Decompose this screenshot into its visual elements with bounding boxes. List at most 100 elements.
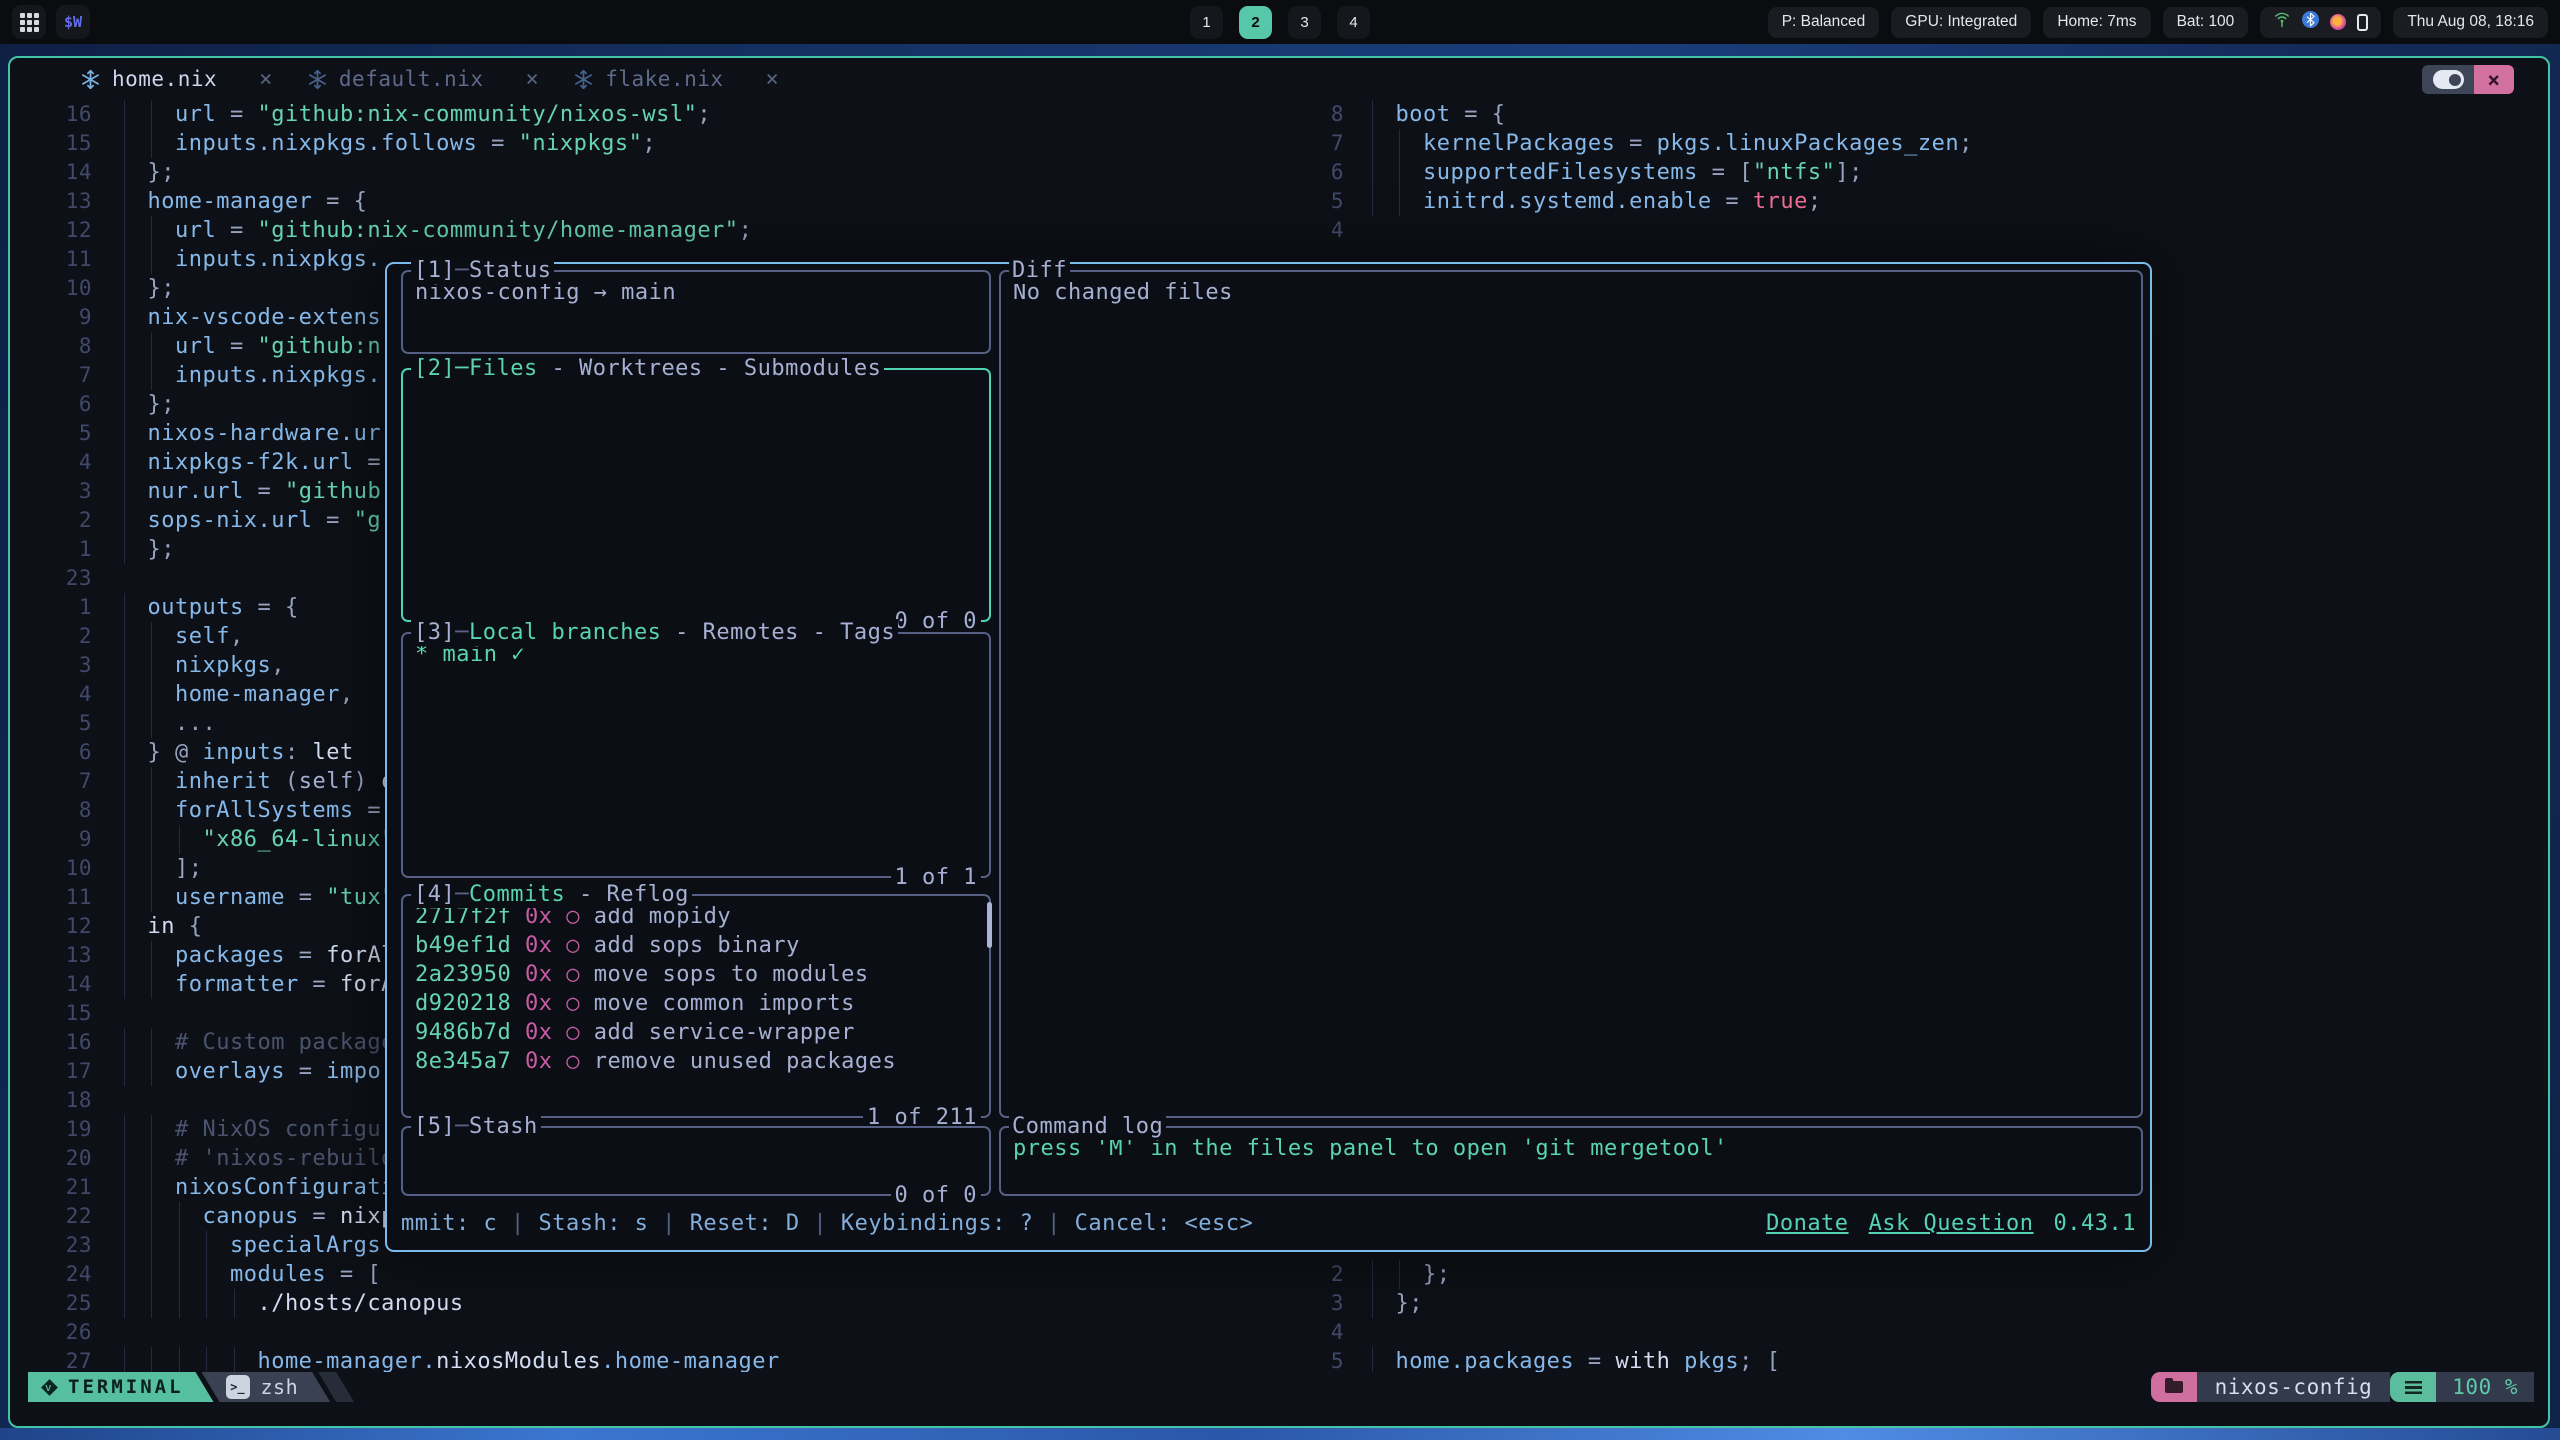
scroll-chip[interactable] xyxy=(2390,1372,2436,1402)
lazygit-branches-panel[interactable]: [3]─Local branches - Remotes - Tags * ma… xyxy=(401,632,991,878)
media-icon xyxy=(2330,14,2346,30)
editor-tab-flake.nix[interactable]: flake.nix × xyxy=(573,67,779,92)
workspace-button-4[interactable]: 4 xyxy=(1337,6,1370,39)
keybinding-hint: mmit: c xyxy=(401,1211,497,1236)
editor-area: 16 url = "github:nix-community/nixos-wsl… xyxy=(10,100,2548,1372)
keybinding-hint: Keybindings: ? xyxy=(841,1211,1033,1236)
top-bar: $W 1234 P: Balanced GPU: Integrated Home: … xyxy=(0,0,2560,44)
code-line: 5 initrd.systemd.enable = true; xyxy=(1294,187,2548,216)
code-line: 5 home.packages = with pkgs; [ xyxy=(1294,1347,2548,1372)
keybinding-hint: Reset: D xyxy=(690,1211,800,1236)
status-pill[interactable]: P: Balanced xyxy=(1768,7,1880,38)
lazygit-popup: [1]─Status nixos-config → main [2]─Files… xyxy=(385,262,2152,1252)
apps-menu-button[interactable] xyxy=(12,5,46,39)
code-line: 2 }; xyxy=(1294,1260,2548,1289)
branches-count: 1 of 1 xyxy=(891,864,981,892)
code-line: 8 boot = { xyxy=(1294,100,2548,129)
commits-panel-title: [4]─Commits - Reflog xyxy=(411,881,692,908)
commit-row[interactable]: b49ef1d 0x ○ add sops binary xyxy=(415,931,977,960)
bluetooth-icon xyxy=(2302,11,2319,33)
code-line: 7 kernelPackages = pkgs.linuxPackages_ze… xyxy=(1294,129,2548,158)
close-icon: × xyxy=(2487,68,2500,92)
commits-scrollbar[interactable] xyxy=(987,902,992,948)
code-line: 4 xyxy=(1294,216,2548,245)
lazygit-files-panel[interactable]: [2]─Files - Worktrees - Submodules 0 of … xyxy=(401,368,991,622)
statusbar-left: V TERMINAL >_ zsh xyxy=(28,1372,354,1402)
code-line: 12 url = "github:nix-community/home-mana… xyxy=(10,216,1294,245)
terminal-window: home.nix × default.nix × flake.nix × × 16 url… xyxy=(8,56,2550,1428)
shell-label: zsh xyxy=(261,1375,299,1399)
tab-label: home.nix xyxy=(112,67,217,91)
status-panel-title: [1]─Status xyxy=(411,257,554,284)
code-line: 4 xyxy=(1294,1318,2548,1347)
donate-link[interactable]: Donate xyxy=(1766,1211,1848,1236)
editor-tab-home.nix[interactable]: home.nix × xyxy=(80,67,273,92)
code-line: 26 xyxy=(10,1318,1294,1347)
command-log-text: press 'M' in the files panel to open 'gi… xyxy=(1001,1128,2141,1169)
commit-row[interactable]: d920218 0x ○ move common imports xyxy=(415,989,977,1018)
lazygit-status-panel[interactable]: [1]─Status nixos-config → main xyxy=(401,270,991,354)
workspace-switcher: 1234 xyxy=(1190,6,1370,39)
vim-icon: V xyxy=(40,1378,59,1397)
files-panel-title: [2]─Files - Worktrees - Submodules xyxy=(411,355,884,382)
desktop: $W 1234 P: BalancedGPU: IntegratedHome: … xyxy=(0,0,2560,1440)
launcher-logo: $W xyxy=(64,13,82,31)
commit-row[interactable]: 8e345a7 0x ○ remove unused packages xyxy=(415,1047,977,1076)
toggle-icon xyxy=(2433,70,2464,89)
status-pills: P: Balanced GPU: Integrated Home: 7ms Bat: … xyxy=(1768,7,2249,38)
editor-tab-bar: home.nix × default.nix × flake.nix × × xyxy=(10,58,2548,100)
topbar-left-group: $W xyxy=(12,5,100,39)
diff-text: No changed files xyxy=(1001,272,2141,313)
scroll-percent: 100 % xyxy=(2436,1372,2534,1402)
status-pill[interactable]: GPU: Integrated xyxy=(1891,7,2031,38)
folder-icon xyxy=(2165,1381,2183,1393)
lazygit-diff-panel[interactable]: Diff No changed files xyxy=(999,270,2143,1118)
commit-list: 2717f2f 0x ○ add mopidyb49ef1d 0x ○ add … xyxy=(403,896,989,1082)
code-line: 25 ./hosts/canopus xyxy=(10,1289,1294,1318)
code-line: 6 supportedFilesystems = ["ntfs"]; xyxy=(1294,158,2548,187)
code-line: 15 inputs.nixpkgs.follows = "nixpkgs"; xyxy=(10,129,1294,158)
system-tray[interactable] xyxy=(2260,7,2381,38)
ask-question-link[interactable]: Ask Question xyxy=(1869,1211,2034,1236)
editor-tab-default.nix[interactable]: default.nix × xyxy=(307,67,539,92)
window-close-button[interactable]: × xyxy=(2474,65,2514,94)
tab-close-icon[interactable]: × xyxy=(525,67,539,92)
launcher-logo-button[interactable]: $W xyxy=(56,5,90,39)
lines-icon xyxy=(2405,1381,2422,1394)
repo-name: nixos-config xyxy=(2197,1372,2391,1402)
branches-panel-title: [3]─Local branches - Remotes - Tags xyxy=(411,619,898,646)
tab-close-icon[interactable]: × xyxy=(766,67,780,92)
stash-panel-title: [5]─Stash xyxy=(411,1113,541,1140)
status-bar: V TERMINAL >_ zsh nixos-config 100 % xyxy=(28,1372,2534,1402)
mode-segment[interactable]: V TERMINAL xyxy=(28,1372,214,1402)
nix-snowflake-icon xyxy=(80,69,101,90)
lazygit-command-log-panel[interactable]: Command log press 'M' in the files panel… xyxy=(999,1126,2143,1196)
clock[interactable]: Thu Aug 08, 18:16 xyxy=(2393,7,2548,38)
workspace-button-1[interactable]: 1 xyxy=(1190,6,1223,39)
code-line: 14 }; xyxy=(10,158,1294,187)
terminal-prompt-icon: >_ xyxy=(226,1375,250,1399)
shell-segment[interactable]: >_ zsh xyxy=(202,1372,331,1402)
command-log-title: Command log xyxy=(1009,1113,1166,1140)
window-toggle-button[interactable] xyxy=(2422,65,2474,94)
tab-close-icon[interactable]: × xyxy=(259,67,273,92)
workspace-button-3[interactable]: 3 xyxy=(1288,6,1321,39)
lazygit-commits-panel[interactable]: [4]─Commits - Reflog 2717f2f 0x ○ add mo… xyxy=(401,894,991,1118)
version-label: 0.43.1 xyxy=(2054,1211,2136,1236)
tab-label: default.nix xyxy=(339,67,484,91)
svg-text:V: V xyxy=(45,1383,53,1393)
topbar-right-group: P: Balanced GPU: Integrated Home: 7ms Bat: … xyxy=(1768,7,2548,38)
lazygit-footer-links: Donate Ask Question 0.43.1 xyxy=(1766,1211,2136,1236)
lazygit-stash-panel[interactable]: [5]─Stash 0 of 0 xyxy=(401,1126,991,1196)
tab-label: flake.nix xyxy=(605,67,723,91)
window-buttons: × xyxy=(2422,65,2514,94)
lazygit-keybindings-bar: mmit: c | Stash: s | Reset: D | Keybindi… xyxy=(401,1208,2136,1238)
repo-chip[interactable] xyxy=(2151,1372,2197,1402)
network-icon xyxy=(2273,12,2291,33)
commit-row[interactable]: 2a23950 0x ○ move sops to modules xyxy=(415,960,977,989)
commit-row[interactable]: 9486b7d 0x ○ add service-wrapper xyxy=(415,1018,977,1047)
workspace-button-2[interactable]: 2 xyxy=(1239,6,1272,39)
editor-tabs: home.nix × default.nix × flake.nix × xyxy=(80,67,813,92)
status-pill[interactable]: Home: 7ms xyxy=(2043,7,2150,38)
status-pill[interactable]: Bat: 100 xyxy=(2163,7,2249,38)
